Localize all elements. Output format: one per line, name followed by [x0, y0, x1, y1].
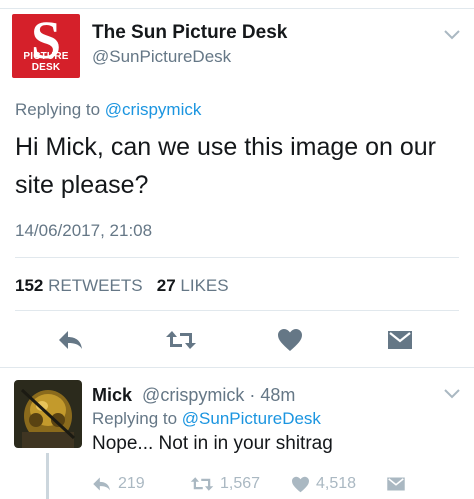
avatar-photo	[14, 380, 82, 448]
reply-icon	[93, 477, 110, 491]
user-handle[interactable]: @SunPictureDesk	[92, 47, 231, 67]
mick-avatar[interactable]	[14, 380, 82, 448]
retweet-icon	[166, 331, 196, 349]
thread-divider	[0, 367, 474, 368]
likes-label: LIKES	[180, 276, 229, 295]
replying-prefix: Replying to	[15, 100, 105, 119]
replying-to: Replying to @crispymick	[15, 100, 201, 120]
reply-text: Nope... Not in in your shitrag	[92, 433, 333, 454]
retweet-button[interactable]	[163, 324, 199, 356]
retweets-count: 152	[15, 276, 44, 295]
heart-icon	[278, 329, 302, 351]
replying-to-link[interactable]: @crispymick	[105, 100, 202, 119]
likes-stat[interactable]: 27 LIKES	[157, 276, 229, 295]
tweet-timestamp[interactable]: 14/06/2017, 21:08	[15, 221, 152, 241]
like-button[interactable]	[272, 324, 308, 356]
reply-retweet-button[interactable]: 1,567	[190, 473, 260, 495]
display-name[interactable]: The Sun Picture Desk	[92, 22, 287, 44]
tweet-stats: 152 RETWEETS 27 LIKES	[15, 276, 229, 296]
reply-like-count: 4,518	[316, 475, 357, 492]
direct-message-button[interactable]	[382, 324, 418, 356]
top-divider	[0, 8, 474, 9]
chevron-down-icon[interactable]	[442, 387, 462, 401]
reply-like-button[interactable]: 4,518	[291, 473, 356, 495]
reply-replying-prefix: Replying to	[92, 409, 182, 428]
reply-display-name[interactable]: Mick	[92, 385, 132, 405]
thread-line	[46, 453, 49, 499]
reply-handle[interactable]: @crispymick	[142, 385, 244, 405]
reply-time[interactable]: 48m	[260, 385, 295, 405]
reply-header: Mick @crispymick · 48m	[92, 385, 295, 406]
reply-direct-message-button[interactable]	[386, 473, 406, 495]
reply-icon	[59, 331, 82, 349]
avatar-caption: PICTURE DESK	[23, 51, 69, 73]
reply-replying-to-link[interactable]: @SunPictureDesk	[182, 409, 321, 428]
chevron-down-icon[interactable]	[442, 28, 462, 42]
direct-message-icon	[388, 331, 412, 349]
direct-message-icon	[387, 477, 405, 491]
reply-count: 219	[118, 475, 145, 492]
tweet-text: Hi Mick, can we use this image on our si…	[15, 133, 437, 199]
reply-button[interactable]	[53, 324, 89, 356]
likes-count: 27	[156, 276, 176, 295]
heart-icon	[292, 476, 309, 492]
stats-divider-top	[15, 257, 459, 258]
reply-separator: ·	[244, 385, 261, 405]
reply-retweet-count: 1,567	[220, 475, 261, 492]
reply-reply-button[interactable]: 219	[92, 473, 145, 495]
sun-picture-desk-avatar[interactable]: S PICTURE DESK	[12, 14, 80, 78]
retweet-icon	[190, 477, 214, 491]
retweets-stat[interactable]: 152 RETWEETS	[15, 276, 143, 295]
stats-divider-bottom	[15, 310, 459, 311]
reply-replying-to: Replying to @SunPictureDesk	[92, 409, 321, 429]
retweets-label: RETWEETS	[48, 276, 143, 295]
